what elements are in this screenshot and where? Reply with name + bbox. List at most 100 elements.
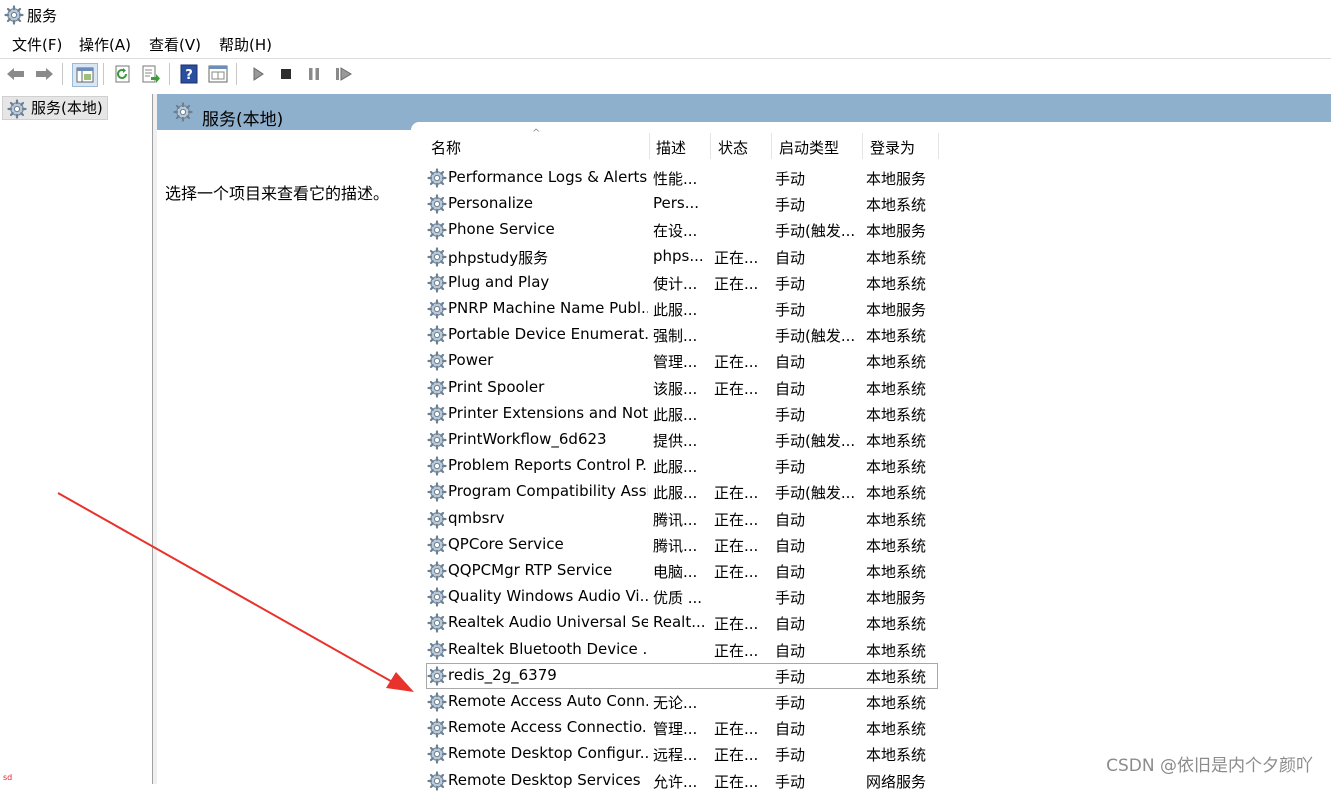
menu-file[interactable]: 文件(F) [12,34,62,55]
service-row[interactable]: Remote Desktop Services 允许... 正在... 手动 网络服务 [426,768,938,794]
service-row[interactable]: Power 管理... 正在... 自动 本地系统 [426,348,938,374]
forward-button[interactable] [33,63,55,85]
service-startup-type: 手动 [775,694,806,712]
toolbar-separator [62,63,63,85]
service-description: 优质 ... [653,589,703,608]
service-gear-icon [427,273,447,293]
service-startup-type: 手动 [775,589,806,608]
service-name: Remote Access Connectio... [448,718,648,737]
service-row[interactable]: Realtek Audio Universal Se... Realt... 正在.… [426,610,938,636]
description-hint: 选择一个项目来查看它的描述。 [165,184,390,203]
service-log-on-as: 本地系统 [866,248,927,267]
column-divider[interactable] [862,133,863,159]
menu-view[interactable]: 查看(V) [149,34,201,55]
column-header-startup-type[interactable]: 启动类型 [779,137,839,158]
services-list[interactable]: ^ 名称 描述 状态 启动类型 登录为 Performance Logs & A… [411,122,1331,791]
service-row[interactable]: Remote Access Connectio... 管理... 正在... 自动 本地… [426,715,938,741]
column-header-description[interactable]: 描述 [656,137,686,158]
column-header-status[interactable]: 状态 [718,137,748,158]
service-row[interactable]: Print Spooler 该服... 正在... 自动 本地系统 [426,375,938,401]
service-row[interactable]: Portable Device Enumerat... 强制... 手动(触发...… [426,322,938,348]
service-description: 腾讯... [653,510,698,529]
service-startup-type: 手动 [775,170,806,188]
export-list-button[interactable] [140,63,162,85]
service-row[interactable]: phpstudy服务 phps... 正在... 自动 本地系统 [426,244,938,270]
service-row[interactable]: PNRP Machine Name Publ... 此服... 手动 本地服务 [426,296,938,322]
service-gear-icon [427,666,447,686]
service-log-on-as: 本地系统 [866,405,927,424]
service-name: Plug and Play [448,272,550,291]
service-startup-type: 手动 [775,196,806,215]
start-service-button[interactable] [247,63,269,85]
export-list-icon [142,65,160,83]
service-row[interactable]: PrintWorkflow_6d623 提供... 手动(触发... 本地系统 [426,427,938,453]
show-hide-console-tree-button[interactable] [72,63,98,87]
service-row[interactable]: Personalize Pers... 手动 本地系统 [426,191,938,217]
menu-action[interactable]: 操作(A) [79,34,131,55]
service-log-on-as: 本地服务 [866,170,927,188]
service-row[interactable]: Phone Service 在设... 手动(触发... 本地服务 [426,217,938,243]
service-row[interactable]: Quality Windows Audio Vi... 优质 ... 手动 本地服务 [426,584,938,610]
console-tree: 服务(本地) [0,94,153,784]
services-gear-icon [173,102,193,122]
service-row[interactable]: redis_2g_6379 手动 本地系统 [426,662,938,689]
service-row[interactable]: QQPCMgr RTP Service 电脑... 正在... 自动 本地系统 [426,558,938,584]
help-button[interactable]: ? [178,63,200,85]
service-status: 正在... [714,720,759,739]
service-name: qmbsrv [448,508,505,527]
menu-help[interactable]: 帮助(H) [219,34,272,55]
service-row[interactable]: Plug and Play 使计... 正在... 手动 本地系统 [426,270,938,296]
column-header-log-on-as[interactable]: 登录为 [870,137,915,158]
service-description: 性能... [653,170,698,188]
service-description: 此服... [653,458,698,477]
corner-mark: sd [3,773,13,782]
pause-service-icon [309,68,319,80]
service-description: 此服... [653,484,698,503]
sort-ascending-icon: ^ [532,128,541,139]
service-row[interactable]: Performance Logs & Alerts 性能... 手动 本地服务 [426,165,938,191]
service-gear-icon [427,456,447,476]
service-row[interactable]: Realtek Bluetooth Device ... 正在... 自动 本地系统 [426,637,938,663]
service-gear-icon [427,325,447,345]
service-log-on-as: 本地系统 [866,536,927,555]
column-divider[interactable] [771,133,772,159]
service-row[interactable]: Remote Desktop Configur... 远程... 正在... 手动 本地… [426,741,938,767]
toolbar: ? [0,58,1331,89]
column-header-name[interactable]: 名称 [431,137,461,158]
column-divider[interactable] [938,133,939,159]
service-startup-type: 自动 [775,379,806,398]
column-divider[interactable] [649,133,650,159]
service-log-on-as: 本地服务 [866,222,927,241]
service-startup-type: 自动 [775,720,806,739]
service-gear-icon [427,640,447,660]
service-row[interactable]: Problem Reports Control P... 此服... 手动 本地系统 [426,453,938,479]
service-row[interactable]: qmbsrv 腾讯... 正在... 自动 本地系统 [426,506,938,532]
service-log-on-as: 本地系统 [866,379,927,398]
tree-node-services-local[interactable]: 服务(本地) [2,96,108,120]
menu-bar: 文件(F) 操作(A) 查看(V) 帮助(H) [0,32,1331,54]
service-log-on-as: 本地系统 [866,484,927,503]
service-status: 正在... [714,353,759,372]
service-status: 正在... [714,772,759,791]
service-name: Print Spooler [448,377,545,396]
service-log-on-as: 本地系统 [866,327,927,346]
service-log-on-as: 本地系统 [866,196,927,215]
pause-service-button[interactable] [303,63,325,85]
restart-service-button[interactable] [333,63,355,85]
properties-button[interactable] [207,63,229,85]
refresh-button[interactable] [112,63,134,85]
service-row[interactable]: Program Compatibility Assi... 此服... 正在... 手… [426,479,938,505]
back-button[interactable] [5,63,27,85]
service-row[interactable]: QPCore Service 腾讯... 正在... 自动 本地系统 [426,532,938,558]
service-row[interactable]: Remote Access Auto Conn... 无论... 手动 本地系统 [426,689,938,715]
details-header-title: 服务(本地) [202,110,284,130]
service-name: QPCore Service [448,534,564,553]
service-gear-icon [427,587,447,607]
service-gear-icon [427,430,447,450]
service-row[interactable]: Printer Extensions and Noti... 此服... 手动 本地系… [426,401,938,427]
stop-service-button[interactable] [275,63,297,85]
service-name: PNRP Machine Name Publ... [448,299,648,317]
service-name: Realtek Audio Universal Se... [448,613,648,632]
service-startup-type: 手动 [775,458,806,477]
column-divider[interactable] [710,133,711,159]
